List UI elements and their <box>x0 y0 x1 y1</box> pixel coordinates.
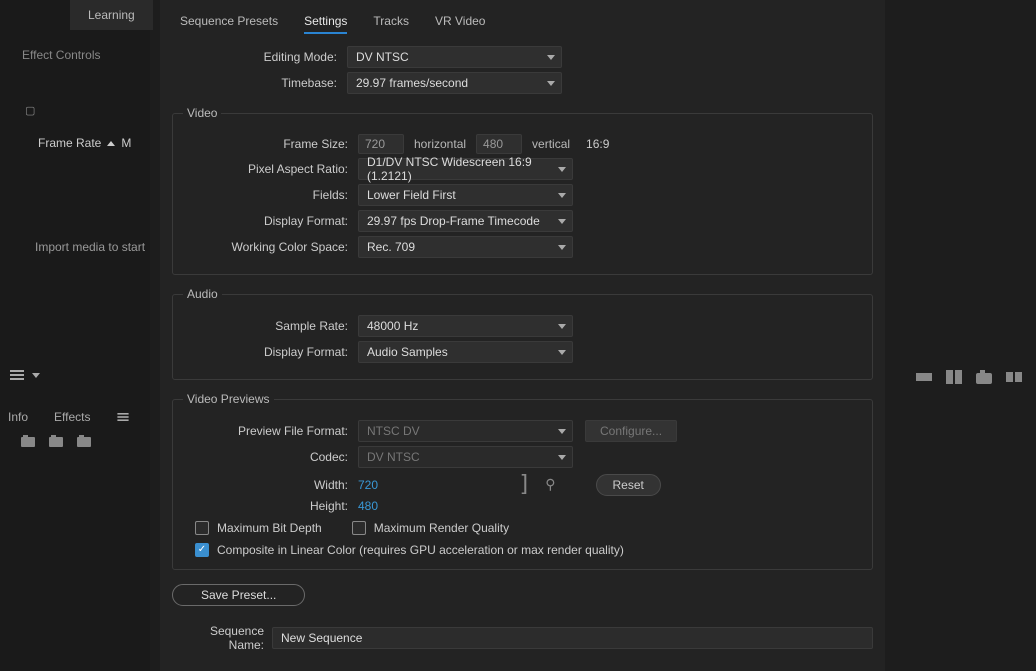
chevron-down-icon <box>558 167 566 172</box>
preset-bin-icon-3[interactable] <box>76 434 92 448</box>
configure-button: Configure... <box>585 420 677 442</box>
chevron-down-icon <box>558 350 566 355</box>
fields-select[interactable]: Lower Field First <box>358 184 573 206</box>
sequence-name-label: Sequence Name: <box>172 624 264 652</box>
preview-height-value[interactable]: 480 <box>358 499 378 513</box>
fields-value: Lower Field First <box>367 188 456 202</box>
composite-linear-label: Composite in Linear Color (requires GPU … <box>217 543 624 557</box>
sample-rate-select[interactable]: 48000 Hz <box>358 315 573 337</box>
max-bit-depth-label: Maximum Bit Depth <box>217 521 322 535</box>
tab-effect-controls[interactable]: Effect Controls <box>22 48 100 62</box>
markers-icon[interactable] <box>916 370 932 384</box>
sort-ascending-icon[interactable] <box>107 141 115 146</box>
audio-group: Audio Sample Rate: 48000 Hz Display Form… <box>172 287 873 380</box>
fields-label: Fields: <box>183 188 358 202</box>
video-previews-legend: Video Previews <box>183 392 274 406</box>
link-icon[interactable]: ⚲ <box>545 476 555 493</box>
audio-legend: Audio <box>183 287 222 301</box>
chevron-down-icon[interactable] <box>32 373 40 378</box>
pixel-aspect-ratio-value: D1/DV NTSC Widescreen 16:9 (1.2121) <box>367 155 558 183</box>
tab-tracks[interactable]: Tracks <box>373 14 409 32</box>
tab-vr-video[interactable]: VR Video <box>435 14 485 32</box>
chevron-down-icon <box>558 455 566 460</box>
save-preset-button[interactable]: Save Preset... <box>172 584 305 606</box>
reset-button[interactable]: Reset <box>596 474 661 496</box>
timebase-label: Timebase: <box>172 76 347 90</box>
effects-panel-menu-icon[interactable] <box>118 413 129 421</box>
max-render-quality-checkbox[interactable] <box>352 521 366 535</box>
video-previews-group: Video Previews Preview File Format: NTSC… <box>172 392 873 570</box>
import-hint-text: Import media to start <box>35 240 145 254</box>
frame-width-input[interactable]: 720 <box>358 134 404 154</box>
new-sequence-dialog: Sequence Presets Settings Tracks VR Vide… <box>160 0 885 671</box>
preset-bin-icon[interactable] <box>20 434 36 448</box>
pixel-aspect-ratio-label: Pixel Aspect Ratio: <box>183 162 358 176</box>
panel-marker-icon: ▢ <box>25 104 35 117</box>
timebase-select[interactable]: 29.97 frames/second <box>347 72 562 94</box>
working-color-space-label: Working Color Space: <box>183 240 358 254</box>
composite-linear-checkbox[interactable] <box>195 543 209 557</box>
panel-menu-icon[interactable] <box>10 370 24 380</box>
working-color-space-select[interactable]: Rec. 709 <box>358 236 573 258</box>
chevron-down-icon <box>547 55 555 60</box>
left-background-panel <box>0 0 150 671</box>
tab-effects[interactable]: Effects <box>54 410 90 424</box>
preset-bin-icon-2[interactable] <box>48 434 64 448</box>
max-bit-depth-checkbox[interactable] <box>195 521 209 535</box>
tab-settings[interactable]: Settings <box>304 14 347 32</box>
tab-learning[interactable]: Learning <box>70 0 153 30</box>
preview-width-value[interactable]: 720 <box>358 478 508 492</box>
sample-rate-value: 48000 Hz <box>367 319 418 333</box>
overwrite-icon[interactable] <box>946 370 962 384</box>
editing-mode-value: DV NTSC <box>356 50 409 64</box>
audio-display-format-select[interactable]: Audio Samples <box>358 341 573 363</box>
audio-display-format-value: Audio Samples <box>367 345 448 359</box>
preview-file-format-select: NTSC DV <box>358 420 573 442</box>
sequence-name-input[interactable]: New Sequence <box>272 627 873 649</box>
editing-mode-select[interactable]: DV NTSC <box>347 46 562 68</box>
vertical-label: vertical <box>532 137 570 151</box>
chevron-down-icon <box>547 81 555 86</box>
horizontal-label: horizontal <box>414 137 466 151</box>
column-initial: M <box>121 136 131 150</box>
preview-file-format-label: Preview File Format: <box>183 424 358 438</box>
tab-sequence-presets[interactable]: Sequence Presets <box>180 14 278 32</box>
preview-height-label: Height: <box>183 499 358 513</box>
preview-file-format-value: NTSC DV <box>367 424 420 438</box>
pixel-aspect-ratio-select[interactable]: D1/DV NTSC Widescreen 16:9 (1.2121) <box>358 158 573 180</box>
chevron-down-icon <box>558 245 566 250</box>
preview-width-label: Width: <box>183 478 358 492</box>
aspect-ratio-text: 16:9 <box>586 137 609 151</box>
timebase-value: 29.97 frames/second <box>356 76 468 90</box>
codec-label: Codec: <box>183 450 358 464</box>
sample-rate-label: Sample Rate: <box>183 319 358 333</box>
video-display-format-select[interactable]: 29.97 fps Drop-Frame Timecode <box>358 210 573 232</box>
comparison-view-icon[interactable] <box>1006 370 1022 384</box>
video-display-format-value: 29.97 fps Drop-Frame Timecode <box>367 214 540 228</box>
tab-info[interactable]: Info <box>8 410 28 424</box>
video-legend: Video <box>183 106 221 120</box>
camera-icon[interactable] <box>976 370 992 384</box>
column-frame-rate[interactable]: Frame Rate <box>38 136 101 150</box>
working-color-space-value: Rec. 709 <box>367 240 415 254</box>
chevron-down-icon <box>558 193 566 198</box>
video-group: Video Frame Size: 720 horizontal 480 ver… <box>172 106 873 275</box>
chevron-down-icon <box>558 429 566 434</box>
bracket-icon: ] <box>518 472 531 497</box>
sequence-name-value: New Sequence <box>281 631 362 645</box>
chevron-down-icon <box>558 219 566 224</box>
editing-mode-label: Editing Mode: <box>172 50 347 64</box>
codec-select: DV NTSC <box>358 446 573 468</box>
audio-display-format-label: Display Format: <box>183 345 358 359</box>
chevron-down-icon <box>558 324 566 329</box>
codec-value: DV NTSC <box>367 450 420 464</box>
max-render-quality-label: Maximum Render Quality <box>374 521 509 535</box>
frame-height-input[interactable]: 480 <box>476 134 522 154</box>
frame-size-label: Frame Size: <box>183 137 358 151</box>
video-display-format-label: Display Format: <box>183 214 358 228</box>
